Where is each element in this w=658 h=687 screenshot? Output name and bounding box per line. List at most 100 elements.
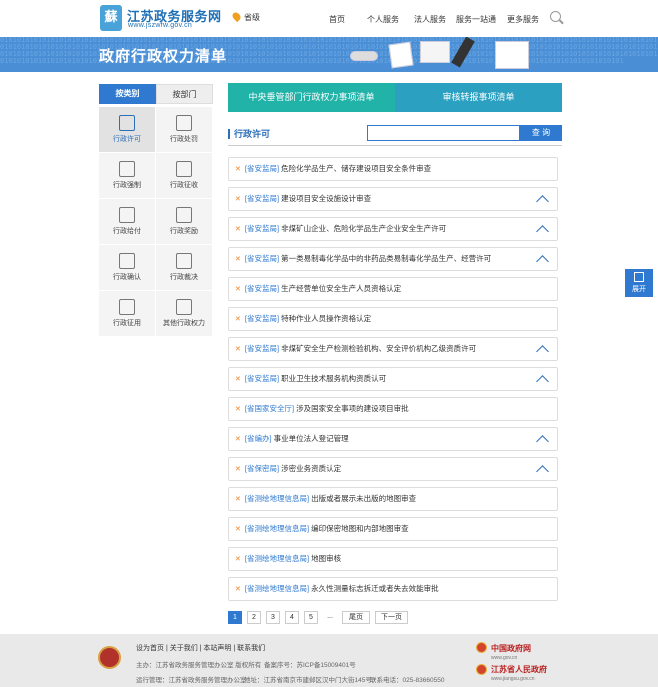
list-item[interactable]: ✕ [省编办] 事业单位法人登记管理 [228, 427, 558, 451]
category-administrative-ruling[interactable]: 行政裁决 [156, 245, 213, 291]
page-2[interactable]: 2 [247, 611, 261, 624]
item-department: [省安监局] [244, 164, 280, 173]
reward-icon [176, 207, 192, 223]
bullet-icon: ✕ [235, 466, 241, 473]
search-input[interactable] [367, 125, 520, 141]
list-item[interactable]: ✕ [省国家安全厅] 涉及国家安全事项的建设项目审批 [228, 397, 558, 421]
item-department: [省安监局] [244, 314, 280, 323]
nav-personal[interactable]: 个人服务 [367, 14, 399, 25]
tab-by-category[interactable]: 按类别 [99, 84, 156, 104]
chart-report-illustration-icon [495, 41, 529, 69]
category-administrative-confirmation[interactable]: 行政确认 [99, 245, 156, 291]
page-1[interactable]: 1 [228, 611, 242, 624]
page-4[interactable]: 4 [285, 611, 299, 624]
list-item[interactable]: ✕ [省测绘地理信息局] 出版或者展示未出版的地图审查 [228, 487, 558, 511]
list-item[interactable]: ✕ [省安监局] 生产经营单位安全生产人员资格认定 [228, 277, 558, 301]
item-department: [省测绘地理信息局] [244, 494, 310, 503]
item-department: [省安监局] [244, 344, 280, 353]
category-other-powers[interactable]: 其他行政权力 [156, 291, 213, 337]
bullet-icon: ✕ [235, 436, 241, 443]
chevron-up-icon[interactable] [536, 255, 549, 268]
section-divider [228, 145, 562, 146]
expand-float-button[interactable]: 展开 [625, 269, 653, 297]
site-logo[interactable]: 蘇 [100, 5, 122, 31]
chevron-up-icon[interactable] [536, 195, 549, 208]
location-selector[interactable]: 省级 [230, 10, 260, 23]
footer-links[interactable]: 设为首页 | 关于我们 | 本站声明 | 联系我们 [136, 643, 265, 653]
nav-corporate[interactable]: 法人服务 [414, 14, 446, 25]
site-header: 蘇 江苏政务服务网 www.jszwfw.gov.cn 省级 首页 个人服务 法… [0, 0, 658, 37]
item-name: 永久性测量标志拆迁或者失去效能审批 [311, 584, 439, 593]
footer-sponsor: 主办：江苏省政务服务管理办公室 版权所有 [136, 662, 262, 669]
nav-one-stop[interactable]: 服务一站通 [456, 14, 496, 25]
page-3[interactable]: 3 [266, 611, 280, 624]
search-icon[interactable] [550, 11, 561, 22]
list-item[interactable]: ✕ [省测绘地理信息局] 永久性测量标志拆迁或者失去效能审批 [228, 577, 558, 601]
bullet-icon: ✕ [235, 376, 241, 383]
category-administrative-levy[interactable]: 行政征收 [156, 153, 213, 199]
item-department: [省保密局] [244, 464, 280, 473]
item-department: [省测绘地理信息局] [244, 584, 310, 593]
chevron-up-icon[interactable] [536, 345, 549, 358]
list-item[interactable]: ✕ [省安监局] 第一类易制毒化学品中的非药品类易制毒化学品生产、经营许可 [228, 247, 558, 271]
item-name: 生产经营单位安全生产人员资格认定 [281, 284, 402, 293]
gavel-icon [176, 253, 192, 269]
tab-review-list[interactable]: 审核转报事项清单 [395, 83, 562, 112]
nav-more[interactable]: 更多服务 [507, 14, 539, 25]
list-item[interactable]: ✕ [省安监局] 非煤矿安全生产检测检验机构、安全评价机构乙级资质许可 [228, 337, 558, 361]
list-item[interactable]: ✕ [省测绘地理信息局] 编印保密地图和内部地图审查 [228, 517, 558, 541]
bullet-icon: ✕ [235, 196, 241, 203]
list-item[interactable]: ✕ [省安监局] 特种作业人员操作资格认定 [228, 307, 558, 331]
list-item[interactable]: ✕ [省安监局] 非煤矿山企业、危险化学品生产企业安全生产许可 [228, 217, 558, 241]
item-name: 出版或者展示未出版的地图审查 [311, 494, 417, 503]
list-item[interactable]: ✕ [省安监局] 危险化学品生产、储存建设项目安全条件审查 [228, 157, 558, 181]
banner-title: 政府行政权力清单 [99, 48, 228, 65]
item-department: [省编办] [244, 434, 272, 443]
item-name: 涉密业务资质认定 [281, 464, 342, 473]
category-administrative-payment[interactable]: 行政给付 [99, 199, 156, 245]
chevron-up-icon[interactable] [536, 465, 549, 478]
jiangsu-gov-link[interactable]: 江苏省人民政府 [491, 664, 547, 675]
last-page-button[interactable]: 尾页 [342, 611, 370, 624]
list-item[interactable]: ✕ [省安监局] 建设项目安全设施设计审查 [228, 187, 558, 211]
page-5[interactable]: 5 [304, 611, 318, 624]
tab-central-list[interactable]: 中央垂管部门行政权力事项清单 [228, 83, 395, 112]
item-name: 第一类易制毒化学品中的非药品类易制毒化学品生产、经营许可 [281, 254, 492, 263]
category-administrative-license[interactable]: 行政许可 [99, 107, 156, 153]
list-item[interactable]: ✕ [省保密局] 涉密业务资质认定 [228, 457, 558, 481]
site-url: www.jszwfw.gov.cn [128, 22, 193, 29]
category-administrative-requisition[interactable]: 行政征用 [99, 291, 156, 337]
bullet-icon: ✕ [235, 586, 241, 593]
chevron-up-icon[interactable] [536, 375, 549, 388]
list-item[interactable]: ✕ [省测绘地理信息局] 地图审核 [228, 547, 558, 571]
item-department: [省测绘地理信息局] [244, 554, 310, 563]
item-department: [省安监局] [244, 224, 280, 233]
category-administrative-penalty[interactable]: 行政处罚 [156, 107, 213, 153]
chevron-up-icon[interactable] [536, 435, 549, 448]
payment-icon [119, 207, 135, 223]
nav-home[interactable]: 首页 [329, 14, 345, 25]
item-department: [省安监局] [244, 254, 280, 263]
footer-icp[interactable]: 备案序号：苏ICP备15009401号 [264, 659, 356, 669]
levy-icon [176, 161, 192, 177]
tab-by-department[interactable]: 按部门 [156, 84, 213, 104]
item-name: 事业单位法人登记管理 [273, 434, 349, 443]
next-page-button[interactable]: 下一页 [375, 611, 408, 624]
bullet-icon: ✕ [235, 286, 241, 293]
gov-cn-link[interactable]: 中国政府网 [491, 643, 531, 654]
category-administrative-reward[interactable]: 行政奖励 [156, 199, 213, 245]
list-type-tabs: 中央垂管部门行政权力事项清单 审核转报事项清单 [228, 83, 562, 112]
bullet-icon: ✕ [235, 226, 241, 233]
page-ellipsis: ... [323, 611, 337, 624]
list-item[interactable]: ✕ [省安监局] 职业卫生技术服务机构资质认可 [228, 367, 558, 391]
requisition-icon [119, 299, 135, 315]
provincial-emblem-icon [476, 664, 487, 675]
search-button[interactable]: 查 询 [520, 125, 562, 141]
calculator-illustration-icon [420, 41, 450, 63]
category-administrative-enforcement[interactable]: 行政强制 [99, 153, 156, 199]
power-item-list: ✕ [省安监局] 危险化学品生产、储存建设项目安全条件审查 ✕ [省安监局] 建设项目… [228, 157, 558, 607]
grid-icon [176, 299, 192, 315]
chevron-up-icon[interactable] [536, 225, 549, 238]
category-sidebar: 按类别 按部门 行政许可 行政处罚 行政强制 行政征收 行政给付 行政奖励 行政… [99, 84, 213, 337]
location-pin-icon [230, 10, 243, 23]
